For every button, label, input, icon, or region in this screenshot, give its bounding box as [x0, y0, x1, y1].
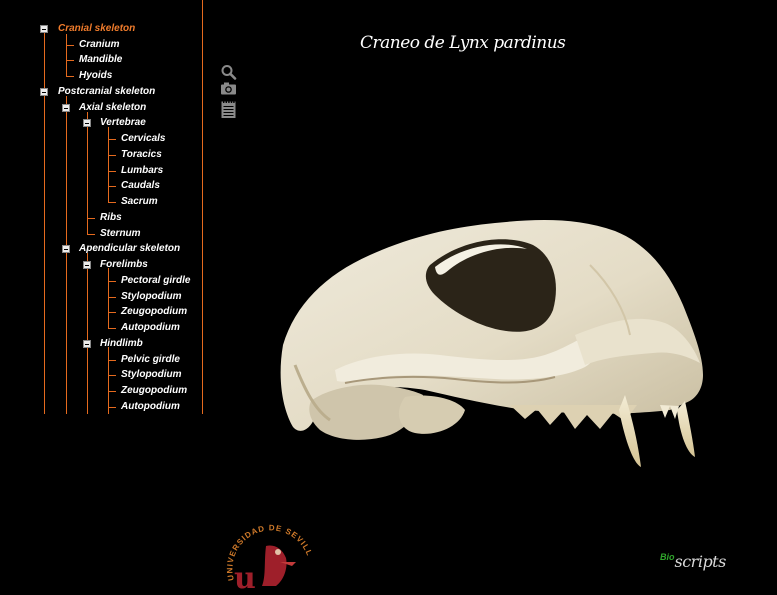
- tree-line: [108, 347, 109, 414]
- tree-branch: [108, 281, 116, 282]
- tree-branch: [108, 375, 116, 376]
- tree-node-forelimb-zeugopodium[interactable]: Zeugopodium: [121, 306, 187, 318]
- bioscripts-bio-text: Bio: [660, 552, 675, 562]
- tree-node-sacrum[interactable]: Sacrum: [121, 196, 158, 208]
- tree-branch: [66, 45, 74, 46]
- page-title: Craneo de Lynx pardinus: [360, 33, 566, 53]
- collapse-toggle-apendicular[interactable]: [62, 245, 70, 253]
- tree-node-apendicular-skeleton[interactable]: Apendicular skeleton: [79, 243, 180, 255]
- camera-icon[interactable]: [220, 81, 237, 97]
- collapse-toggle-postcranial[interactable]: [40, 88, 48, 96]
- tree-node-lumbars[interactable]: Lumbars: [121, 165, 163, 177]
- tree-branch: [108, 155, 116, 156]
- tree-node-hyoids[interactable]: Hyoids: [79, 70, 112, 82]
- tree-branch: [108, 297, 116, 298]
- university-logo[interactable]: UNIVERSIDAD DE SEVILLA u: [223, 511, 314, 595]
- tree-node-forelimb-stylopodium[interactable]: Stylopodium: [121, 291, 182, 303]
- bioscripts-scripts-text: scripts: [674, 552, 727, 571]
- skeleton-tree: Cranial skeleton Cranium Mandible Hyoids…: [0, 0, 203, 414]
- tree-branch: [108, 328, 116, 329]
- collapse-toggle-hindlimb[interactable]: [83, 340, 91, 348]
- tree-line: [87, 253, 88, 414]
- tree-branch: [108, 407, 116, 408]
- tree-node-pectoral-girdle[interactable]: Pectoral girdle: [121, 275, 190, 287]
- tree-node-caudals[interactable]: Caudals: [121, 180, 160, 192]
- collapse-toggle-axial[interactable]: [62, 104, 70, 112]
- collapse-toggle-vertebrae[interactable]: [83, 119, 91, 127]
- tree-node-mandible[interactable]: Mandible: [79, 54, 122, 66]
- collapse-toggle-forelimbs[interactable]: [83, 261, 91, 269]
- tree-node-vertebrae[interactable]: Vertebrae: [100, 117, 146, 129]
- tree-branch: [108, 139, 116, 140]
- tree-line: [66, 96, 67, 414]
- tree-node-forelimbs[interactable]: Forelimbs: [100, 259, 148, 271]
- tree-node-cranium[interactable]: Cranium: [79, 39, 120, 51]
- notepad-icon[interactable]: [220, 99, 237, 119]
- tree-node-axial-skeleton[interactable]: Axial skeleton: [79, 102, 146, 114]
- bioscripts-logo[interactable]: Bioscripts: [660, 552, 726, 576]
- tree-branch: [87, 218, 95, 219]
- tree-line: [66, 34, 67, 76]
- tree-branch: [108, 171, 116, 172]
- tree-branch: [108, 360, 116, 361]
- tree-branch: [108, 312, 116, 313]
- tree-node-hindlimb-autopodium[interactable]: Autopodium: [121, 401, 180, 413]
- tree-node-postcranial-skeleton[interactable]: Postcranial skeleton: [58, 86, 155, 98]
- lynx-skull-image: [275, 205, 715, 475]
- tree-branch: [87, 234, 95, 235]
- collapse-toggle-cranial[interactable]: [40, 25, 48, 33]
- tree-branch: [108, 202, 116, 203]
- search-icon[interactable]: [220, 64, 237, 80]
- tree-node-pelvic-girdle[interactable]: Pelvic girdle: [121, 354, 180, 366]
- svg-text:u: u: [234, 561, 256, 590]
- tree-line: [108, 268, 109, 328]
- tree-branch: [108, 186, 116, 187]
- tree-node-hindlimb[interactable]: Hindlimb: [100, 338, 143, 350]
- tree-node-sternum[interactable]: Sternum: [100, 228, 141, 240]
- tree-node-ribs[interactable]: Ribs: [100, 212, 122, 224]
- tree-node-cervicals[interactable]: Cervicals: [121, 133, 165, 145]
- tree-node-toracics[interactable]: Toracics: [121, 149, 162, 161]
- tree-node-hindlimb-zeugopodium[interactable]: Zeugopodium: [121, 385, 187, 397]
- tree-line: [87, 112, 88, 234]
- tree-node-cranial-skeleton[interactable]: Cranial skeleton: [58, 23, 135, 35]
- tree-node-hindlimb-stylopodium[interactable]: Stylopodium: [121, 369, 182, 381]
- tree-branch: [66, 76, 74, 77]
- tree-branch: [66, 60, 74, 61]
- tree-node-forelimb-autopodium[interactable]: Autopodium: [121, 322, 180, 334]
- tree-branch: [108, 391, 116, 392]
